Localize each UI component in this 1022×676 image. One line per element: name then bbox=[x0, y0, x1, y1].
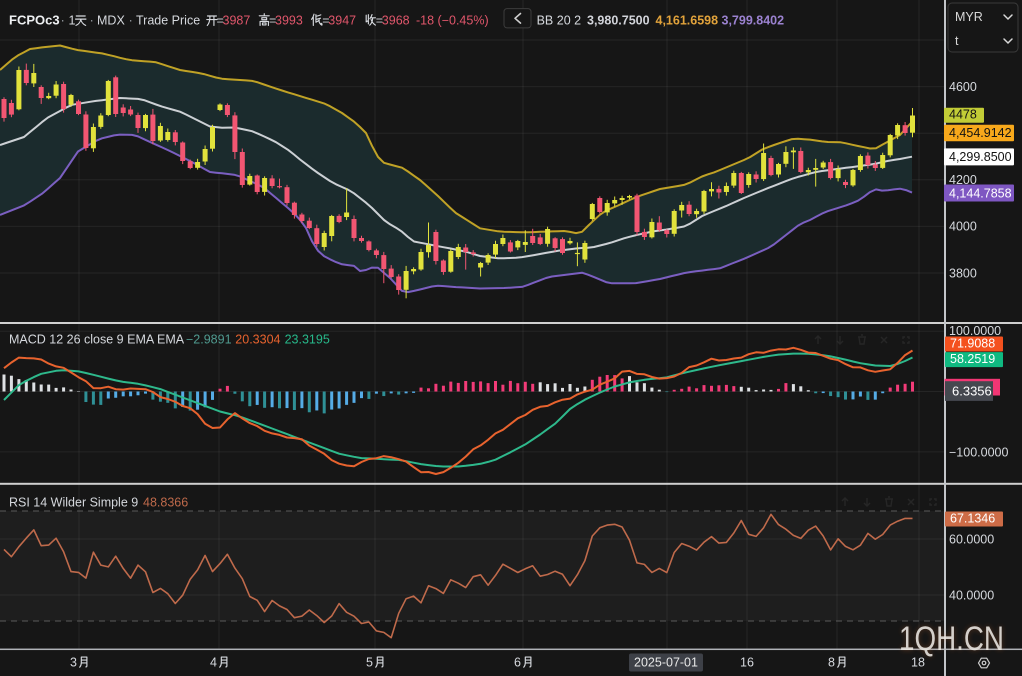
svg-text:4000: 4000 bbox=[949, 220, 977, 234]
svg-text:4,161.6598: 4,161.6598 bbox=[656, 13, 719, 27]
svg-text:6: 6 bbox=[514, 656, 521, 670]
svg-text:23.3195: 23.3195 bbox=[285, 333, 330, 347]
svg-text:2025-07-01: 2025-07-01 bbox=[634, 656, 698, 670]
svg-text:40.0000: 40.0000 bbox=[949, 588, 994, 602]
svg-text:−2.9891: −2.9891 bbox=[186, 333, 232, 347]
svg-text:3: 3 bbox=[70, 656, 77, 670]
svg-text:3947: 3947 bbox=[328, 13, 356, 27]
svg-text:MDX: MDX bbox=[97, 13, 125, 27]
svg-text:4600: 4600 bbox=[949, 80, 977, 94]
svg-text:4,144.7858: 4,144.7858 bbox=[949, 186, 1012, 200]
svg-text:67.1346: 67.1346 bbox=[950, 511, 995, 525]
svg-text:RSI 14 Wilder Simple 9: RSI 14 Wilder Simple 9 bbox=[9, 496, 138, 510]
svg-text:1QH.CN: 1QH.CN bbox=[899, 620, 1004, 658]
svg-text:MYR: MYR bbox=[955, 10, 983, 24]
svg-text:71.9088: 71.9088 bbox=[950, 336, 995, 350]
svg-text:FCPOc3: FCPOc3 bbox=[9, 12, 60, 27]
svg-text:3800: 3800 bbox=[949, 266, 977, 280]
svg-text:3,980.7500: 3,980.7500 bbox=[587, 13, 650, 27]
svg-text:16: 16 bbox=[740, 656, 754, 670]
svg-text:48.8366: 48.8366 bbox=[143, 496, 188, 510]
svg-text:4: 4 bbox=[210, 656, 217, 670]
svg-text:−100.0000: −100.0000 bbox=[949, 445, 1008, 459]
svg-text:MACD 12 26 close 9 EMA EMA: MACD 12 26 close 9 EMA EMA bbox=[9, 333, 185, 347]
svg-text:5: 5 bbox=[366, 656, 373, 670]
svg-text:1: 1 bbox=[69, 13, 76, 27]
svg-text:Trade Price: Trade Price bbox=[136, 13, 200, 27]
svg-text:·: · bbox=[129, 12, 133, 27]
svg-text:20.3304: 20.3304 bbox=[235, 333, 280, 347]
svg-text:3968: 3968 bbox=[382, 13, 410, 27]
svg-text:4478: 4478 bbox=[949, 108, 977, 122]
svg-text:3987: 3987 bbox=[223, 13, 251, 27]
svg-text:3,799.8402: 3,799.8402 bbox=[722, 13, 785, 27]
svg-text:58.2519: 58.2519 bbox=[950, 352, 995, 366]
svg-text:8: 8 bbox=[828, 656, 835, 670]
svg-text:BB 20 2: BB 20 2 bbox=[537, 13, 582, 27]
svg-text:-18 (−0.45%): -18 (−0.45%) bbox=[416, 13, 489, 27]
svg-text:4,299.8500: 4,299.8500 bbox=[949, 150, 1012, 164]
svg-text:·: · bbox=[90, 12, 94, 27]
svg-text:4,454.9142: 4,454.9142 bbox=[949, 126, 1012, 140]
svg-text:t: t bbox=[955, 34, 959, 48]
svg-text:60.0000: 60.0000 bbox=[949, 532, 994, 546]
svg-text:·: · bbox=[61, 12, 65, 27]
svg-text:6.3356: 6.3356 bbox=[952, 384, 992, 399]
svg-text:3993: 3993 bbox=[275, 13, 303, 27]
